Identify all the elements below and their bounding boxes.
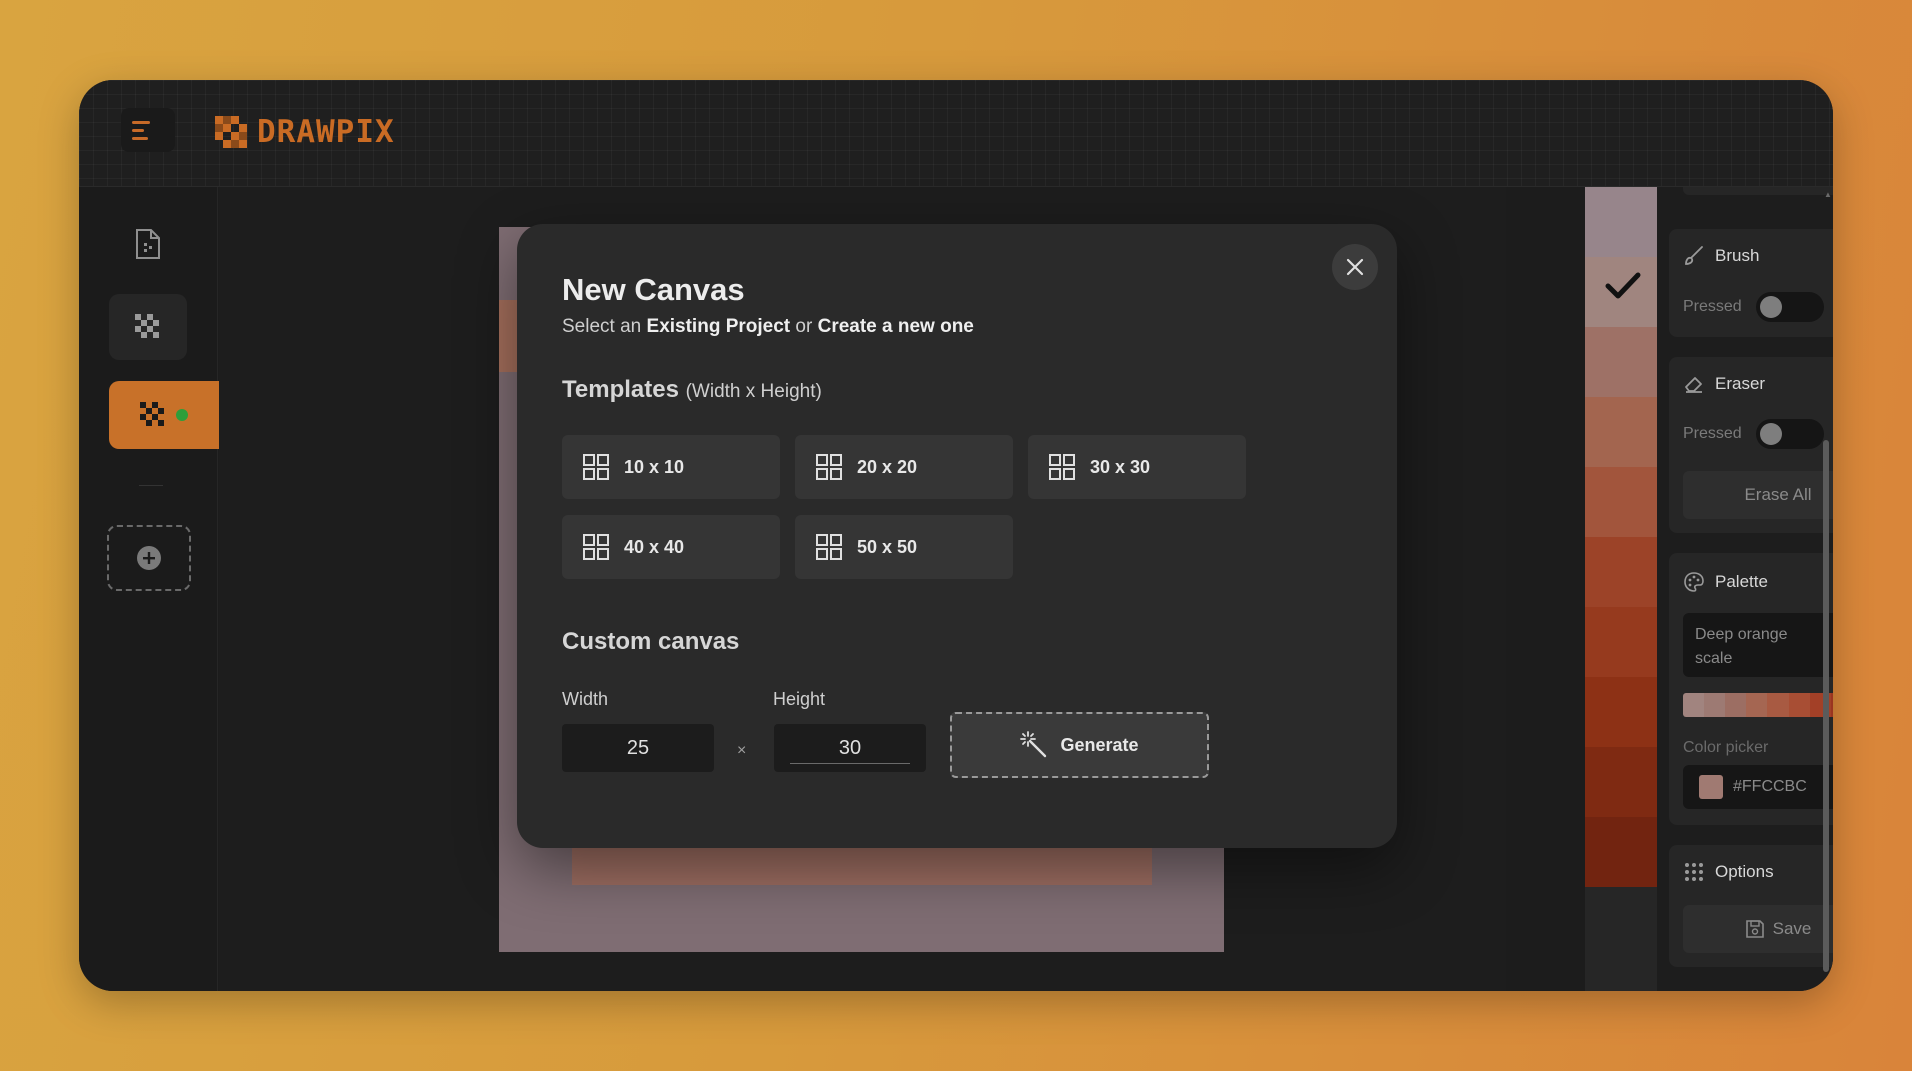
template-button[interactable]: 50 x 50 (795, 515, 1013, 579)
generate-button[interactable]: Generate (950, 712, 1209, 778)
palette-swatch-strip (1683, 693, 1833, 717)
palette-swatch-list (1585, 187, 1657, 887)
active-status-dot (176, 409, 188, 421)
template-button[interactable]: 20 x 20 (795, 435, 1013, 499)
modal-subtitle: Select an Existing Project or Create a n… (562, 316, 974, 337)
grid-icon (816, 454, 842, 480)
tools-panel: Brush Pressed Eraser Pressed Erase All P… (1657, 187, 1833, 991)
options-card: Options Save (1669, 845, 1833, 967)
palette-icon (1684, 572, 1704, 592)
palette-column-swatch[interactable] (1585, 537, 1657, 607)
left-sidebar (79, 187, 219, 991)
eraser-pressed-toggle[interactable] (1755, 419, 1824, 449)
menu-toggle-button[interactable] (121, 108, 175, 152)
sidebar-add-project-button[interactable] (107, 525, 191, 591)
close-modal-button[interactable] (1332, 244, 1378, 290)
scroll-up-arrow-icon[interactable]: ▲ (1824, 190, 1832, 199)
palette-swatch[interactable] (1704, 693, 1726, 717)
selected-check-icon (1605, 272, 1641, 299)
brush-title: Brush (1683, 245, 1759, 267)
panel-top-remnant (1683, 187, 1833, 195)
palette-column-swatch[interactable] (1585, 607, 1657, 677)
menu-line-icon (132, 136, 148, 140)
top-bar: DRAWPIX (79, 80, 1833, 187)
times-symbol: × (737, 742, 747, 759)
grid-icon (1049, 454, 1075, 480)
palette-card: Palette Deep orange scale Color picker #… (1669, 553, 1833, 825)
save-button[interactable]: Save (1683, 905, 1833, 953)
palette-column-swatch[interactable] (1585, 327, 1657, 397)
sidebar-project-item[interactable] (109, 294, 187, 360)
save-icon (1745, 920, 1764, 938)
erase-all-button[interactable]: Erase All (1683, 471, 1833, 519)
new-canvas-modal: New Canvas Select an Existing Project or… (517, 224, 1397, 848)
canvas-pixels (572, 847, 1152, 885)
options-title: Options (1683, 861, 1774, 883)
menu-line-icon (132, 120, 150, 124)
sidebar-divider (139, 485, 163, 486)
create-new-link[interactable]: Create a new one (818, 316, 974, 337)
width-label: Width (562, 689, 609, 709)
app-name: DRAWPIX (257, 114, 395, 150)
eraser-pressed-row: Pressed (1683, 419, 1824, 449)
width-input[interactable]: 25 (562, 724, 714, 772)
close-icon (1346, 258, 1364, 276)
color-preview-chip (1699, 775, 1723, 799)
checker-grid-icon (135, 314, 159, 338)
palette-column-swatch[interactable] (1585, 747, 1657, 817)
grid-icon (583, 454, 609, 480)
panel-scrollbar[interactable] (1823, 440, 1829, 972)
palette-select[interactable]: Deep orange scale (1683, 613, 1833, 677)
existing-project-link[interactable]: Existing Project (647, 316, 791, 337)
palette-column-swatch[interactable] (1585, 187, 1657, 257)
height-label: Height (773, 689, 826, 709)
eraser-icon (1685, 377, 1702, 393)
custom-canvas-heading: Custom canvas (562, 628, 740, 655)
palette-swatch[interactable] (1830, 693, 1833, 717)
grid-icon (583, 534, 609, 560)
sidebar-active-project-item[interactable] (109, 381, 219, 449)
app-logo: DRAWPIX (215, 114, 395, 150)
palette-swatch[interactable] (1788, 693, 1810, 717)
grid-icon (816, 534, 842, 560)
palette-color-column (1585, 187, 1657, 991)
color-picker-label: Color picker (1683, 739, 1769, 756)
template-button[interactable]: 40 x 40 (562, 515, 780, 579)
eraser-card: Eraser Pressed Erase All (1669, 357, 1833, 533)
palette-swatch[interactable] (1725, 693, 1747, 717)
palette-swatch[interactable] (1683, 693, 1705, 717)
templates-heading: Templates (Width x Height) (562, 376, 822, 403)
magic-wand-icon (1020, 731, 1047, 758)
canvas-pixels (499, 300, 517, 372)
height-input[interactable]: 30 (774, 724, 926, 772)
grid-dots-icon (1685, 863, 1703, 881)
eraser-title: Eraser (1683, 373, 1765, 395)
palette-swatch[interactable] (1746, 693, 1768, 717)
palette-title: Palette (1683, 571, 1768, 593)
sidebar-new-file-button[interactable] (109, 213, 187, 275)
palette-column-swatch[interactable] (1585, 467, 1657, 537)
brush-pressed-toggle[interactable] (1755, 292, 1824, 322)
brush-icon (1685, 246, 1703, 265)
brush-card: Brush Pressed (1669, 229, 1833, 337)
checker-logo-icon (215, 116, 247, 148)
palette-swatch[interactable] (1767, 693, 1789, 717)
file-icon (136, 229, 160, 259)
template-button[interactable]: 30 x 30 (1028, 435, 1246, 499)
template-button[interactable]: 10 x 10 (562, 435, 780, 499)
menu-line-icon (132, 128, 144, 132)
brush-pressed-row: Pressed (1683, 292, 1824, 322)
palette-column-swatch[interactable] (1585, 817, 1657, 887)
palette-column-swatch[interactable] (1585, 397, 1657, 467)
modal-title: New Canvas (562, 272, 745, 307)
palette-column-swatch[interactable] (1585, 677, 1657, 747)
plus-circle-icon (137, 546, 161, 570)
color-picker-input[interactable]: #FFCCBC (1683, 765, 1833, 809)
checker-grid-icon (140, 402, 164, 426)
